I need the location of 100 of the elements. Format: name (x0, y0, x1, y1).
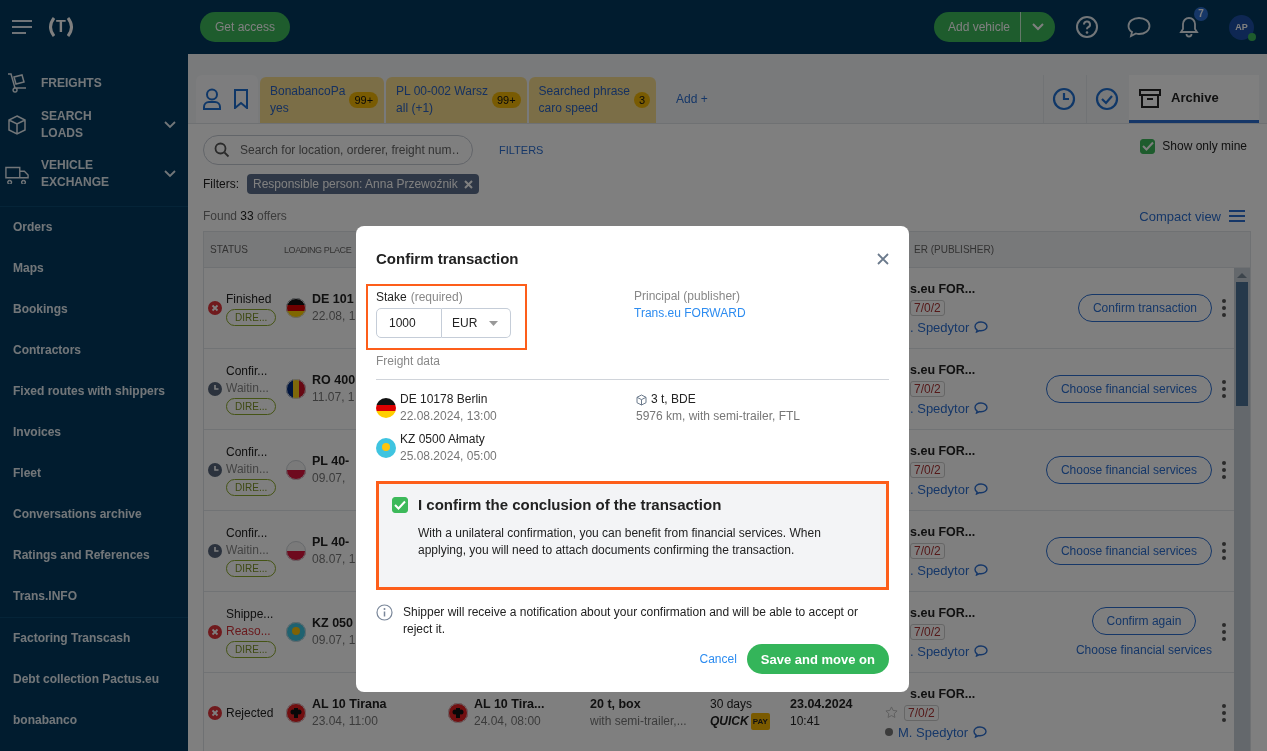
scrollbar[interactable] (1234, 268, 1250, 751)
contact-link[interactable]: . Spedytor (910, 481, 970, 497)
action-button[interactable]: Confirm again (1091, 607, 1197, 635)
checkbox-label: I confirm the conclusion of the transaction (418, 496, 723, 513)
list-view-icon[interactable] (1229, 210, 1245, 222)
filters-link[interactable]: FILTERS (499, 144, 544, 156)
compact-view-link[interactable]: Compact view (1139, 208, 1221, 224)
close-icon[interactable] (877, 252, 889, 265)
sidebar-item[interactable]: Bookings (0, 289, 188, 330)
archive-box-icon (1139, 87, 1161, 108)
sidebar-section[interactable]: FREIGHTS (0, 62, 188, 104)
search-input[interactable]: Search for location, orderer, freight num… (238, 142, 462, 158)
check-circle-icon (1095, 87, 1119, 111)
tab-subtitle: yes (270, 100, 290, 117)
chat-icon[interactable] (973, 726, 988, 738)
status-text: Confir... (226, 363, 269, 380)
logo[interactable]: T (47, 17, 75, 37)
sidebar-item[interactable]: Conversations archive (0, 494, 188, 535)
sidebar-section[interactable]: VEHICLE EXCHANGE (0, 146, 188, 202)
contact-link[interactable]: . Spedytor (910, 562, 970, 578)
filter-chip[interactable]: Responsible person: Anna Przewoźnik (247, 174, 479, 194)
sidebar-item[interactable]: Maps (0, 248, 188, 289)
get-access-button[interactable]: Get access (200, 12, 291, 42)
flag-icon (286, 298, 306, 318)
contact-link[interactable]: M. Spedytor (898, 724, 969, 740)
place-name: AL 10 Tirana (312, 696, 387, 713)
rating-badge: 7/0/2 (910, 542, 945, 559)
dropdown-button[interactable] (1021, 12, 1055, 42)
company-name: s.eu FOR... (909, 443, 976, 458)
menu-icon[interactable] (12, 20, 32, 34)
person-icon (202, 88, 222, 110)
sidebar-item[interactable]: Invoices (0, 412, 188, 453)
company-name: s.eu FOR... (909, 362, 976, 377)
status-text: Waitin... (226, 542, 270, 559)
sidebar-item[interactable]: Fleet (0, 453, 188, 494)
more-icon[interactable] (1222, 704, 1226, 722)
checkbox[interactable] (1140, 138, 1156, 154)
place-name: PL 40- (312, 453, 350, 470)
cancel-link[interactable]: Cancel (699, 652, 737, 666)
contact-link[interactable]: . Spedytor (910, 319, 970, 335)
sidebar-item[interactable]: Trans.INFO (0, 576, 188, 617)
company-name: s.eu FOR... (909, 281, 976, 296)
flag-icon (448, 703, 468, 723)
chat-icon[interactable] (974, 483, 989, 495)
scrollbar-thumb[interactable] (1236, 282, 1248, 406)
place-time: 22.08.2024, 13:00 (400, 408, 497, 425)
more-icon[interactable] (1222, 623, 1226, 641)
action-button[interactable]: Confirm transaction (1077, 294, 1212, 322)
place-time: 23.04, 11:00 (312, 713, 379, 730)
chat-icon[interactable] (974, 564, 989, 576)
add-vehicle-button[interactable]: Add vehicle (933, 12, 1021, 42)
stake-field[interactable]: 1000 (376, 308, 442, 338)
status-dot (885, 728, 893, 736)
star-icon[interactable] (885, 706, 898, 719)
sidebar-item[interactable]: bonabanco (0, 700, 188, 741)
hand-truck-icon (5, 72, 29, 94)
sidebar-item[interactable]: Contractors (0, 330, 188, 371)
status-text: Waitin... (226, 461, 270, 478)
section-label: SEARCH LOADS (41, 108, 93, 142)
principal-link[interactable]: Trans.eu FORWARD (634, 305, 889, 322)
column-header: STATUS (209, 244, 249, 255)
tab-title: Searched phrase (538, 83, 630, 100)
scroll-up-icon[interactable] (1237, 272, 1247, 278)
cross-circle-icon (208, 706, 222, 720)
contact-link[interactable]: . Spedytor (910, 400, 970, 416)
more-icon[interactable] (1222, 542, 1226, 560)
avatar-button[interactable]: AP (1229, 14, 1254, 40)
sidebar-item[interactable]: Fixed routes with shippers (0, 371, 188, 412)
currency-select[interactable]: EUR (442, 308, 511, 338)
place-time: 09.07, 1 (312, 632, 356, 649)
more-icon[interactable] (1222, 299, 1226, 317)
place-name: KZ 0500 Ałmaty (400, 431, 486, 448)
sidebar-item[interactable]: Debt collection Pactus.eu (0, 659, 188, 700)
status-text: Waitin... (226, 380, 270, 397)
add-tab-link[interactable]: Add + (676, 92, 708, 106)
more-icon[interactable] (1222, 461, 1226, 479)
payment-term: 30 days (710, 696, 753, 713)
rating-badge: 7/0/2 (910, 623, 945, 640)
contact-link[interactable]: . Spedytor (910, 643, 970, 659)
chat-icon[interactable] (974, 645, 989, 657)
archive-tab[interactable]: Archive (1129, 75, 1259, 123)
help-icon[interactable] (1075, 15, 1099, 39)
action-link[interactable]: Choose financial services (1075, 643, 1212, 657)
save-button[interactable]: Save and move on (746, 644, 889, 674)
action-button[interactable]: Choose financial services (1045, 456, 1212, 484)
sidebar-item[interactable]: Orders (0, 207, 188, 248)
status-text: Finished (226, 290, 273, 308)
chat-icon[interactable] (974, 402, 989, 414)
checkbox[interactable] (392, 497, 408, 513)
chat-icon[interactable] (974, 321, 989, 333)
more-icon[interactable] (1222, 380, 1226, 398)
bell-icon[interactable] (1179, 16, 1199, 38)
place-name: PL 40- (312, 534, 351, 551)
icon-tab[interactable] (196, 75, 258, 123)
action-button[interactable]: Choose financial services (1045, 537, 1212, 565)
action-button[interactable]: Choose financial services (1045, 375, 1212, 403)
sidebar-item[interactable]: Factoring Transcash (0, 618, 188, 659)
sidebar-item[interactable]: Ratings and References (0, 535, 188, 576)
sidebar-section[interactable]: SEARCH LOADS (0, 104, 188, 146)
cargo-text: 3 t, BDE (651, 391, 696, 408)
